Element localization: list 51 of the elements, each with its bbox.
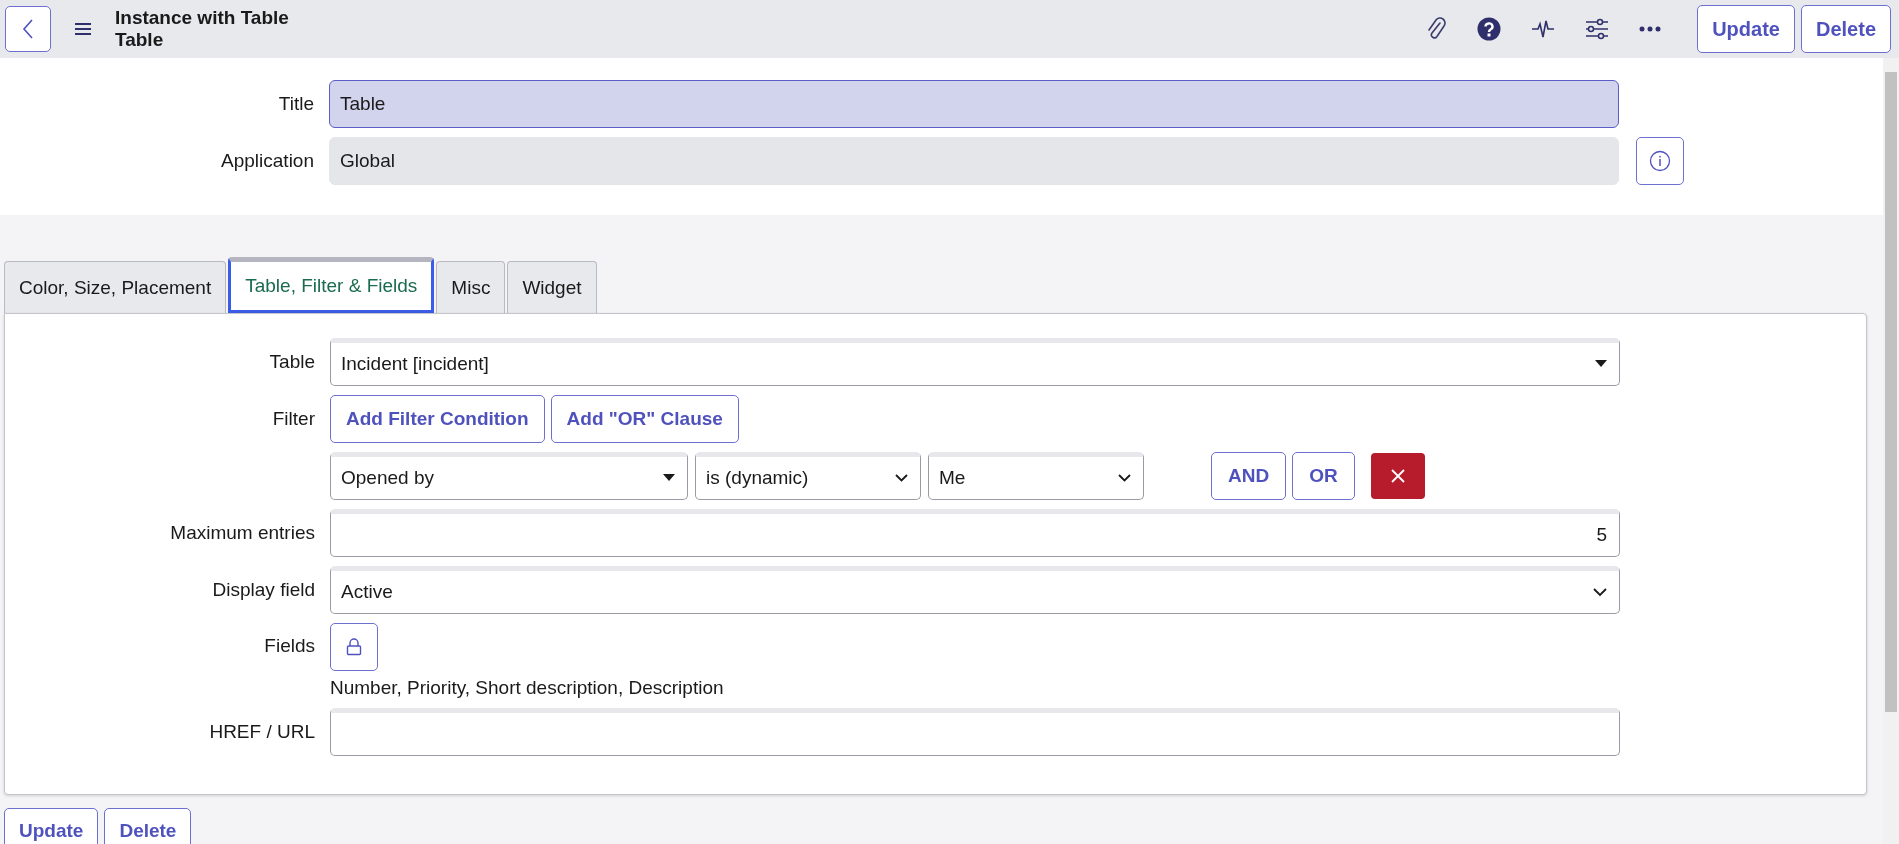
tab[interactable]: Table, Filter & Fields [228,257,435,313]
reference-field[interactable]: Incident [incident] [330,338,1620,386]
remove-condition-button[interactable] [1370,453,1425,499]
info-button[interactable] [1636,137,1684,185]
back-button[interactable] [5,6,51,52]
filter-button[interactable]: Add Filter Condition [330,395,545,443]
footer-action-button[interactable]: Delete [104,808,192,844]
field-label: Filter [271,408,316,430]
close-icon [1389,468,1406,484]
filter-button[interactable]: Add "OR" Clause [550,395,739,443]
operator-select[interactable]: is (dynamic) [695,452,921,500]
dropdown-triangle-icon [1595,360,1607,368]
condition-field-select[interactable]: Opened by [330,452,688,500]
connector-button[interactable]: OR [1292,452,1355,500]
lock-icon [346,638,362,656]
field-label: Display field [211,579,316,601]
field-label: Fields [263,634,316,657]
sliders-icon[interactable] [1585,18,1610,40]
chevron-down-icon [1593,587,1607,597]
connector-button[interactable]: AND [1211,452,1287,500]
tab[interactable]: Misc [436,261,506,313]
field-label: Title [277,93,315,115]
record-title: Table [115,29,165,51]
record-title: Instance with Table [115,7,289,29]
value-select[interactable]: Me [928,452,1144,500]
dropdown-triangle-icon [663,474,675,482]
pulse-icon[interactable] [1531,18,1556,40]
footer-action-button[interactable]: Update [4,808,99,844]
lock-button[interactable] [330,623,378,671]
field-label: Maximum entries [169,522,316,544]
tab[interactable]: Color, Size, Placement [4,261,227,313]
text-field[interactable]: Global [329,137,1619,185]
selected-fields-text: Number, Priority, Short description, Description [330,677,724,699]
field-label: Application [220,150,315,172]
url-field[interactable] [330,708,1620,756]
help-icon[interactable] [1477,17,1502,41]
menu-icon[interactable] [74,22,92,36]
chevron-down-icon [1118,474,1131,482]
field-label: Table [268,351,316,373]
header-action-button[interactable]: Update [1697,5,1795,53]
scrollbar[interactable] [1883,58,1899,844]
tab[interactable]: Widget [507,261,597,313]
text-field[interactable]: Table [329,80,1619,128]
paperclip-icon[interactable] [1425,17,1448,41]
more-icon[interactable] [1639,25,1662,33]
number-field[interactable]: 5 [330,509,1620,557]
select-field[interactable]: Active [330,566,1620,614]
info-icon [1649,150,1671,172]
field-label: HREF / URL [208,721,316,743]
header-action-button[interactable]: Delete [1800,5,1891,53]
chevron-down-icon [895,474,908,482]
